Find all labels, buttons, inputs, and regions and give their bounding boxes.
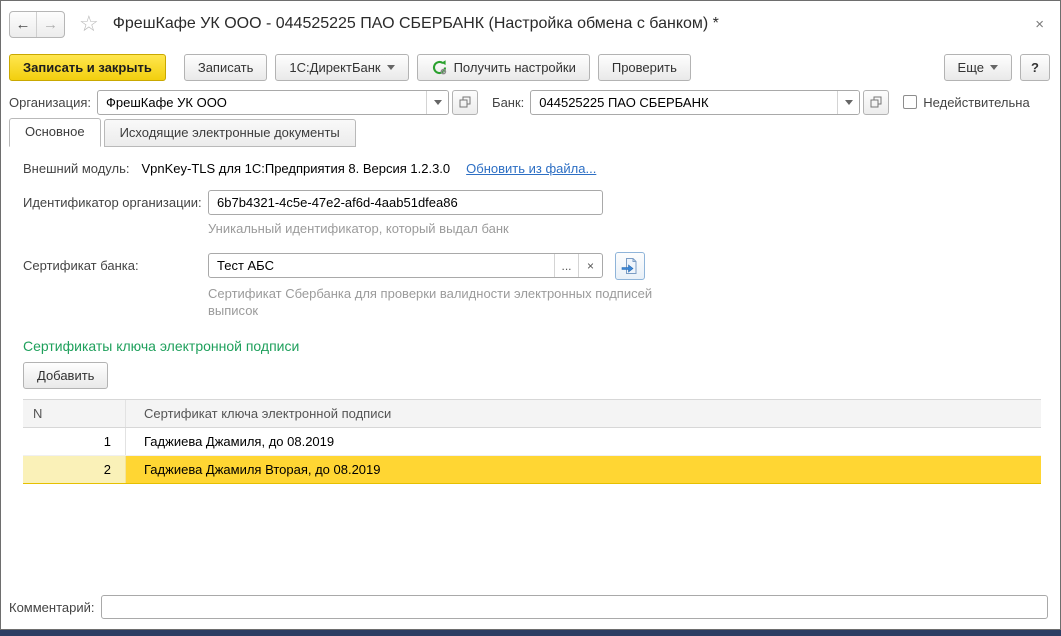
org-id-label: Идентификатор организации:: [23, 195, 202, 210]
invalid-checkbox[interactable]: [903, 95, 918, 109]
org-id-row: Идентификатор организации:: [23, 190, 1038, 215]
external-module-label: Внешний модуль:: [23, 161, 130, 176]
forward-arrow-icon: →: [43, 15, 58, 33]
directbank-label: 1С:ДиректБанк: [289, 59, 381, 75]
save-and-close-button[interactable]: Записать и закрыть: [9, 53, 166, 81]
bank-cert-select-button[interactable]: ...: [554, 254, 578, 278]
bank-exchange-settings-window: ← → ☆ ФрешКафе УК ООО - 044525225 ПАО СБ…: [0, 0, 1061, 630]
tab-main[interactable]: Основное: [9, 118, 101, 147]
bank-label: Банк:: [492, 94, 525, 110]
import-certificate-icon: [621, 257, 639, 275]
comment-row: Комментарий:: [1, 595, 1060, 629]
cell-certificate: Гаджиева Джамиля, до 08.2019: [144, 433, 335, 449]
bank-dropdown-button[interactable]: [837, 90, 860, 114]
open-window-icon: [459, 96, 471, 108]
tab-outgoing-documents[interactable]: Исходящие электронные документы: [103, 119, 356, 147]
bank-cert-label: Сертификат банка:: [23, 258, 139, 274]
external-module-value: VpnKey-TLS для 1С:Предприятия 8. Версия …: [141, 161, 451, 176]
cell-row-number: 1: [23, 427, 126, 455]
organization-value: ФрешКафе УК ООО: [106, 94, 227, 110]
certificates-section-title: Сертификаты ключа электронной подписи: [23, 337, 300, 354]
org-id-hint: Уникальный идентификатор, который выдал …: [208, 221, 509, 236]
bank-cert-field[interactable]: Тест АБС ... ×: [208, 253, 603, 279]
titlebar: ← → ☆ ФрешКафе УК ООО - 044525225 ПАО СБ…: [1, 1, 1060, 47]
open-window-icon: [870, 96, 882, 108]
more-button[interactable]: Еще: [943, 53, 1012, 81]
invalid-checkbox-label: Недействительна: [923, 94, 1030, 110]
bank-value: 044525225 ПАО СБЕРБАНК: [539, 94, 709, 110]
org-id-input[interactable]: [208, 190, 603, 215]
add-certificate-button[interactable]: Добавить: [23, 361, 109, 389]
comment-input[interactable]: [100, 595, 1048, 619]
bank-cert-hint: Сертификат Сбербанка для проверки валидн…: [208, 285, 653, 319]
forward-button[interactable]: →: [37, 12, 64, 37]
table-row[interactable]: 1 Гаджиева Джамиля, до 08.2019: [23, 427, 1041, 456]
bank-combo[interactable]: 044525225 ПАО СБЕРБАНК: [530, 89, 861, 115]
page-title: ФрешКафе УК ООО - 044525225 ПАО СБЕРБАНК…: [112, 15, 719, 32]
chevron-down-icon: [844, 99, 853, 105]
cell-row-number: 2: [23, 455, 126, 483]
bank-cert-value: Тест АБС: [217, 258, 274, 274]
cert-table-body: 1 Гаджиева Джамиля, до 08.2019 2 Гаджиева Д…: [23, 427, 1041, 484]
favorite-star-icon[interactable]: ☆: [79, 13, 99, 35]
chevron-down-icon: [386, 64, 395, 70]
chevron-down-icon: [990, 64, 998, 70]
organization-label: Организация:: [9, 94, 92, 110]
comment-label: Комментарий:: [9, 599, 95, 615]
back-button[interactable]: ←: [10, 11, 37, 37]
table-row[interactable]: 2 Гаджиева Джамиля Вторая, до 08.2019: [23, 455, 1041, 484]
cell-certificate: Гаджиева Джамиля Вторая, до 08.2019: [126, 455, 1041, 483]
organization-open-button[interactable]: [452, 89, 479, 115]
save-button[interactable]: Записать: [183, 53, 268, 81]
refresh-gear-icon: [431, 59, 448, 76]
import-certificate-button[interactable]: [615, 251, 645, 280]
bank-open-button[interactable]: [863, 89, 890, 115]
tab-strip: Основное Исходящие электронные документы: [1, 117, 1060, 147]
certificates-table: N Сертификат ключа электронной подписи 1…: [23, 398, 1041, 484]
window-bottom-edge: [0, 630, 1061, 636]
update-from-file-link[interactable]: Обновить из файла...: [466, 161, 596, 176]
tab-content-main: Внешний модуль: VpnKey-TLS для 1С:Предпр…: [1, 147, 1060, 595]
get-settings-label: Получить настройки: [453, 59, 576, 75]
table-header-row: N Сертификат ключа электронной подписи: [23, 399, 1041, 428]
command-bar: Записать и закрыть Записать 1С:ДиректБан…: [1, 47, 1060, 87]
history-nav: ← →: [9, 10, 65, 38]
back-arrow-icon: ←: [15, 15, 31, 33]
bank-cert-row: Сертификат банка: Тест АБС ... ×: [23, 251, 1038, 280]
column-header-certificate[interactable]: Сертификат ключа электронной подписи: [126, 400, 1041, 427]
external-module-row: Внешний модуль: VpnKey-TLS для 1С:Предпр…: [23, 161, 1038, 176]
organization-dropdown-button[interactable]: [426, 90, 449, 114]
more-label: Еще: [957, 59, 984, 75]
chevron-down-icon: [433, 99, 442, 105]
column-header-number[interactable]: N: [23, 399, 126, 427]
header-fields-row: Организация: ФрешКафе УК ООО Банк: 04452…: [1, 87, 1060, 117]
directbank-menu-button[interactable]: 1С:ДиректБанк: [275, 53, 409, 81]
get-settings-button[interactable]: Получить настройки: [416, 53, 590, 81]
organization-combo[interactable]: ФрешКафе УК ООО: [97, 89, 450, 115]
close-icon[interactable]: ×: [1029, 14, 1050, 35]
bank-cert-clear-button[interactable]: ×: [578, 254, 602, 278]
check-button[interactable]: Проверить: [597, 53, 691, 81]
help-button[interactable]: ?: [1020, 53, 1050, 81]
